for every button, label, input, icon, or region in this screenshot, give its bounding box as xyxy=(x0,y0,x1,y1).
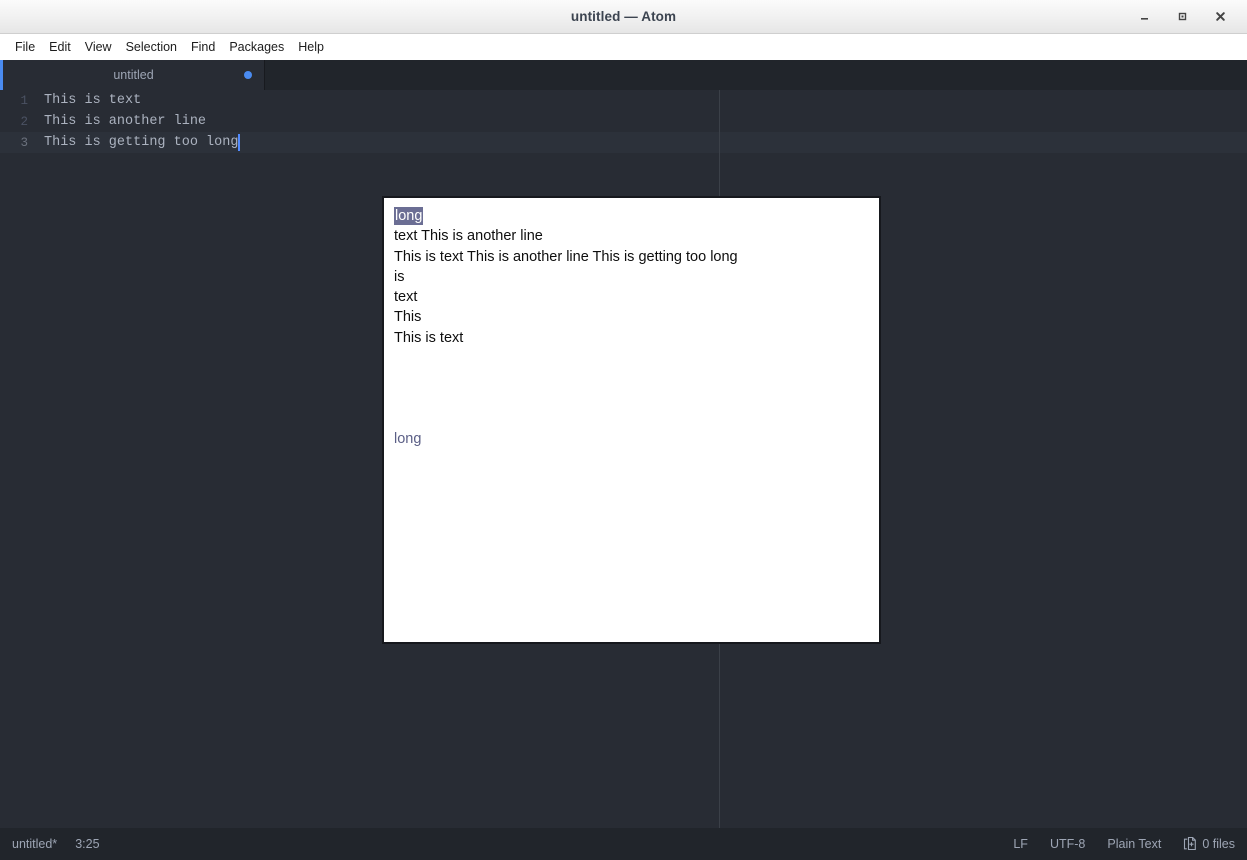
minimize-icon xyxy=(1140,18,1148,20)
status-grammar[interactable]: Plain Text xyxy=(1107,837,1161,851)
tab-modified-indicator-icon[interactable] xyxy=(244,71,252,79)
menu-item-selection[interactable]: Selection xyxy=(119,37,184,57)
atom-window: untitled — Atom File Edit View Selection… xyxy=(0,0,1247,860)
selected-text: long xyxy=(394,207,424,225)
status-bar-right: LF UTF-8 Plain Text 0 files xyxy=(1013,836,1235,852)
menu-item-packages[interactable]: Packages xyxy=(222,37,291,57)
line-text: This is another line xyxy=(44,114,207,129)
status-cursor-position[interactable]: 3:25 xyxy=(75,837,99,851)
popup-spacer xyxy=(394,348,869,429)
status-bar: untitled* 3:25 LF UTF-8 Plain Text 0 fil… xyxy=(0,828,1247,860)
window-title: untitled — Atom xyxy=(570,9,677,24)
status-git-changed-files[interactable]: 0 files xyxy=(1183,836,1235,852)
menu-item-find[interactable]: Find xyxy=(184,37,222,57)
maximize-icon xyxy=(1178,12,1186,21)
editor-line-3[interactable]: 3 This is getting too long xyxy=(0,132,1247,153)
close-button[interactable] xyxy=(1201,0,1239,33)
status-file-name[interactable]: untitled* xyxy=(12,837,57,851)
line-number: 2 xyxy=(20,114,28,129)
close-icon xyxy=(1215,12,1225,21)
output-panel[interactable]: long text This is another line This is t… xyxy=(382,196,881,644)
status-bar-left: untitled* 3:25 xyxy=(12,837,100,851)
editor-lines: 1 This is text 2 This is another line 3 … xyxy=(0,90,1247,153)
menu-item-view[interactable]: View xyxy=(78,37,119,57)
title-bar: untitled — Atom xyxy=(0,0,1247,34)
menu-item-help[interactable]: Help xyxy=(291,37,331,57)
menu-bar: File Edit View Selection Find Packages H… xyxy=(0,34,1247,60)
text-cursor xyxy=(238,134,241,151)
tab-untitled[interactable]: untitled xyxy=(0,60,265,90)
status-encoding[interactable]: UTF-8 xyxy=(1050,837,1085,851)
popup-line-1: long xyxy=(394,206,869,226)
popup-line-5: text xyxy=(394,289,418,306)
minimize-button[interactable] xyxy=(1125,0,1163,33)
line-number: 3 xyxy=(20,135,28,150)
tab-label: untitled xyxy=(113,68,154,82)
maximize-button[interactable] xyxy=(1163,0,1201,33)
status-line-ending[interactable]: LF xyxy=(1013,837,1028,851)
status-git-changed-files-label: 0 files xyxy=(1202,837,1235,851)
editor-line-1[interactable]: 1 This is text xyxy=(0,90,1247,111)
popup-line-6: This xyxy=(394,309,422,326)
line-number: 1 xyxy=(20,93,28,108)
popup-line-2: text This is another line xyxy=(394,228,543,245)
popup-muted-line: long xyxy=(394,431,422,448)
editor-line-2[interactable]: 2 This is another line xyxy=(0,111,1247,132)
menu-item-edit[interactable]: Edit xyxy=(42,37,78,57)
popup-line-4: is xyxy=(394,268,405,285)
tab-bar: untitled xyxy=(0,60,1247,90)
popup-line-3: This is text This is another line This i… xyxy=(394,248,738,265)
popup-line-7: This is text xyxy=(394,329,464,346)
line-text: This is text xyxy=(44,93,142,108)
line-text: This is getting too long xyxy=(44,135,239,150)
menu-item-file[interactable]: File xyxy=(8,37,42,57)
diff-files-icon xyxy=(1184,836,1197,851)
window-controls xyxy=(1125,0,1239,33)
